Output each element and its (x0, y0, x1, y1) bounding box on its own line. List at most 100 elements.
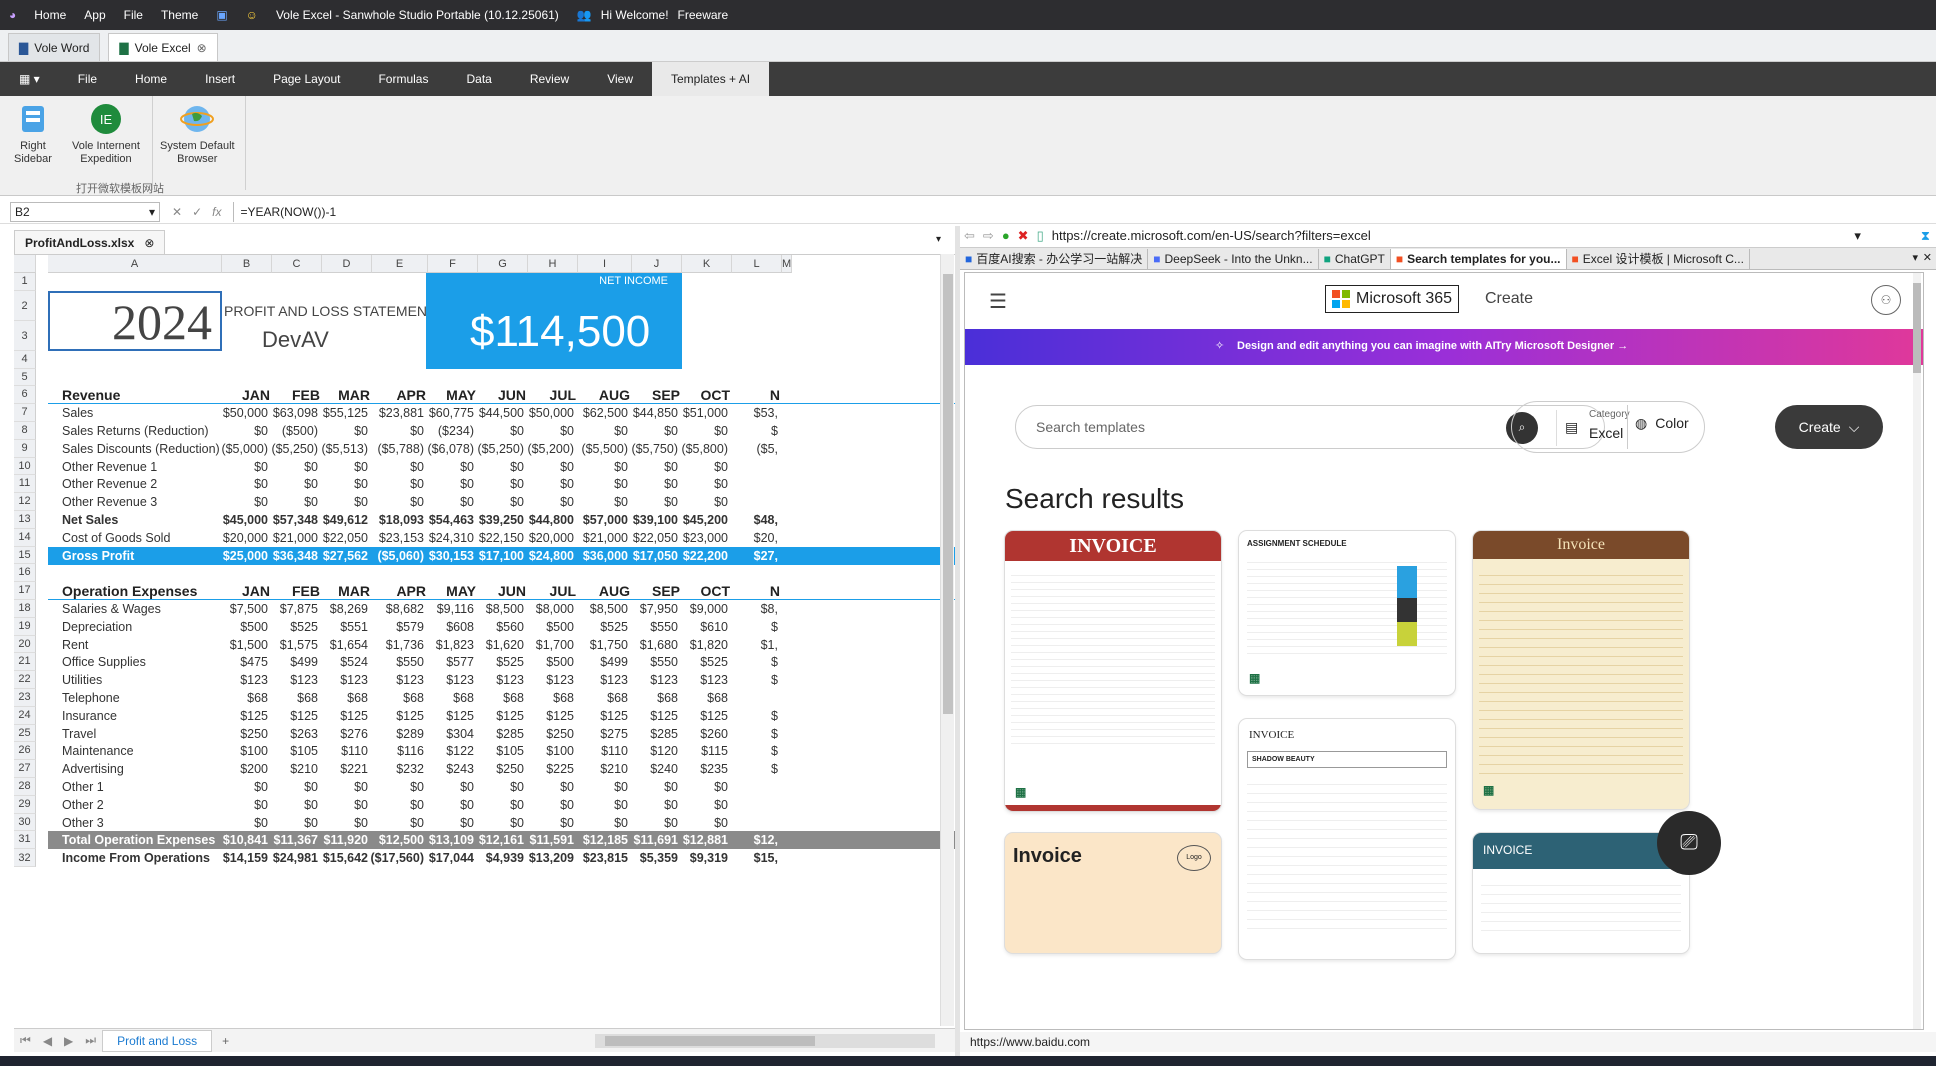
value-cell[interactable]: $9,319 (672, 851, 728, 865)
next-sheet-icon[interactable]: ▶ (58, 1034, 79, 1048)
go-icon[interactable]: ● (998, 228, 1014, 243)
value-cell[interactable]: ($5,750) (622, 442, 678, 456)
value-cell[interactable]: $68 (418, 691, 474, 705)
page-scrollbar[interactable] (1913, 273, 1921, 1029)
row-header[interactable]: 31 (14, 831, 36, 850)
value-cell[interactable]: $68 (212, 691, 268, 705)
value-cell[interactable]: $24,310 (418, 531, 474, 545)
value-cell[interactable]: ($5,200) (518, 442, 574, 456)
value-cell[interactable]: $24,981 (262, 851, 318, 865)
tab-vole-word[interactable]: ▇ Vole Word (8, 33, 101, 61)
row-header[interactable]: 19 (14, 617, 36, 636)
value-cell[interactable]: $499 (262, 655, 318, 669)
chat-assistant-icon[interactable]: ⎚ (1657, 811, 1721, 875)
value-cell[interactable]: $13,109 (418, 833, 474, 847)
value-cell[interactable]: $21,000 (262, 531, 318, 545)
forward-icon[interactable]: ⇨ (979, 228, 998, 244)
value-cell[interactable]: $608 (418, 620, 474, 634)
row-header[interactable]: 23 (14, 689, 36, 707)
value-cell[interactable]: $45,200 (672, 513, 728, 527)
value-cell[interactable]: $22,150 (468, 531, 524, 545)
value-cell[interactable]: $45,000 (212, 513, 268, 527)
value-cell[interactable]: $20,000 (212, 531, 268, 545)
value-cell[interactable]: $0 (622, 477, 678, 491)
value-cell[interactable]: $68 (572, 691, 628, 705)
column-header[interactable]: F (428, 255, 478, 273)
value-cell[interactable]: ($17,560) (368, 851, 424, 865)
value-cell[interactable]: $123 (418, 673, 474, 687)
last-sheet-icon[interactable]: ⏭ (79, 1033, 102, 1048)
value-cell[interactable]: $50,000 (212, 406, 268, 420)
value-cell[interactable]: $0 (212, 460, 268, 474)
row-header[interactable]: 29 (14, 795, 36, 814)
value-cell[interactable]: $0 (518, 816, 574, 830)
url-input[interactable]: https://create.microsoft.com/en-US/searc… (1048, 228, 1855, 243)
row-header[interactable]: 2 (14, 290, 36, 321)
value-cell[interactable]: $17,050 (622, 549, 678, 563)
ribbon-tab-file[interactable]: File (59, 62, 116, 96)
search-icon[interactable]: ⌕ (1506, 412, 1538, 444)
value-cell[interactable]: $0 (418, 477, 474, 491)
value-cell[interactable]: $0 (212, 477, 268, 491)
value-cell[interactable]: $125 (262, 709, 318, 723)
column-header[interactable]: K (682, 255, 732, 273)
value-cell[interactable]: $8,500 (468, 602, 524, 616)
value-cell[interactable]: $0 (418, 798, 474, 812)
value-cell[interactable]: $68 (262, 691, 318, 705)
select-all-corner[interactable] (14, 255, 36, 273)
value-cell[interactable]: $23,881 (368, 406, 424, 420)
sheet-tab-profit-and-loss[interactable]: Profit and Loss (102, 1029, 213, 1052)
color-filter[interactable]: ◍ Color (1635, 415, 1689, 432)
value-cell[interactable]: $23,000 (672, 531, 728, 545)
value-cell[interactable]: $7,875 (262, 602, 318, 616)
value-cell[interactable]: $500 (212, 620, 268, 634)
value-cell[interactable]: $0 (572, 798, 628, 812)
value-cell[interactable]: $13,209 (518, 851, 574, 865)
value-cell[interactable]: $0 (672, 798, 728, 812)
value-cell[interactable]: $0 (468, 477, 524, 491)
row-header[interactable]: 1 (14, 273, 36, 291)
value-cell[interactable]: $0 (368, 495, 424, 509)
value-cell[interactable]: $50,000 (518, 406, 574, 420)
value-cell[interactable]: $0 (368, 460, 424, 474)
row-header[interactable]: 32 (14, 849, 36, 868)
promo-banner[interactable]: ✧ Design and edit anything you can imagi… (965, 329, 1923, 365)
value-cell[interactable]: $0 (212, 798, 268, 812)
value-cell[interactable]: $18,093 (368, 513, 424, 527)
value-cell[interactable]: $524 (312, 655, 368, 669)
value-cell[interactable]: $12,185 (572, 833, 628, 847)
banner-link[interactable]: Try Microsoft Designer → (1495, 340, 1628, 352)
value-cell[interactable]: $11,920 (312, 833, 369, 847)
value-cell[interactable]: $8,500 (572, 602, 628, 616)
value-cell[interactable]: ($5, (722, 442, 778, 456)
value-cell[interactable]: $68 (368, 691, 424, 705)
value-cell[interactable]: ($5,500) (572, 442, 628, 456)
value-cell[interactable]: $0 (572, 477, 628, 491)
value-cell[interactable]: $0 (572, 460, 628, 474)
browser-tab[interactable]: ■ Search templates for you... (1390, 248, 1567, 269)
scroll-thumb[interactable] (943, 274, 953, 714)
value-cell[interactable]: ($5,250) (468, 442, 524, 456)
value-cell[interactable]: $17,100 (468, 549, 524, 563)
value-cell[interactable]: $560 (468, 620, 524, 634)
value-cell[interactable]: $125 (368, 709, 424, 723)
template-card-invoice-orange[interactable]: Invoice Logo (1005, 833, 1221, 953)
value-cell[interactable]: $0 (418, 780, 474, 794)
value-cell[interactable]: $123 (468, 673, 524, 687)
value-cell[interactable]: $24,800 (518, 549, 574, 563)
value-cell[interactable]: $5,359 (622, 851, 678, 865)
value-cell[interactable]: $0 (312, 460, 368, 474)
function-icon[interactable]: fx (212, 205, 221, 219)
value-cell[interactable]: $577 (418, 655, 474, 669)
value-cell[interactable]: $240 (622, 762, 678, 776)
row-header[interactable]: 5 (14, 368, 36, 387)
value-cell[interactable]: $ (722, 620, 778, 634)
spreadsheet-grid[interactable]: A B C D E F G H I J K L M 1 2 3 4 5 6 7 8 9 10 11 12 13 14 15 16 17 18… (14, 254, 955, 1026)
value-cell[interactable]: $123 (368, 673, 424, 687)
column-header[interactable]: H (528, 255, 578, 273)
year-cell[interactable]: 2024 (48, 290, 222, 351)
value-cell[interactable]: $0 (262, 495, 318, 509)
row-header[interactable]: 11 (14, 475, 36, 494)
value-cell[interactable]: $0 (262, 816, 318, 830)
value-cell[interactable]: $22,050 (312, 531, 368, 545)
